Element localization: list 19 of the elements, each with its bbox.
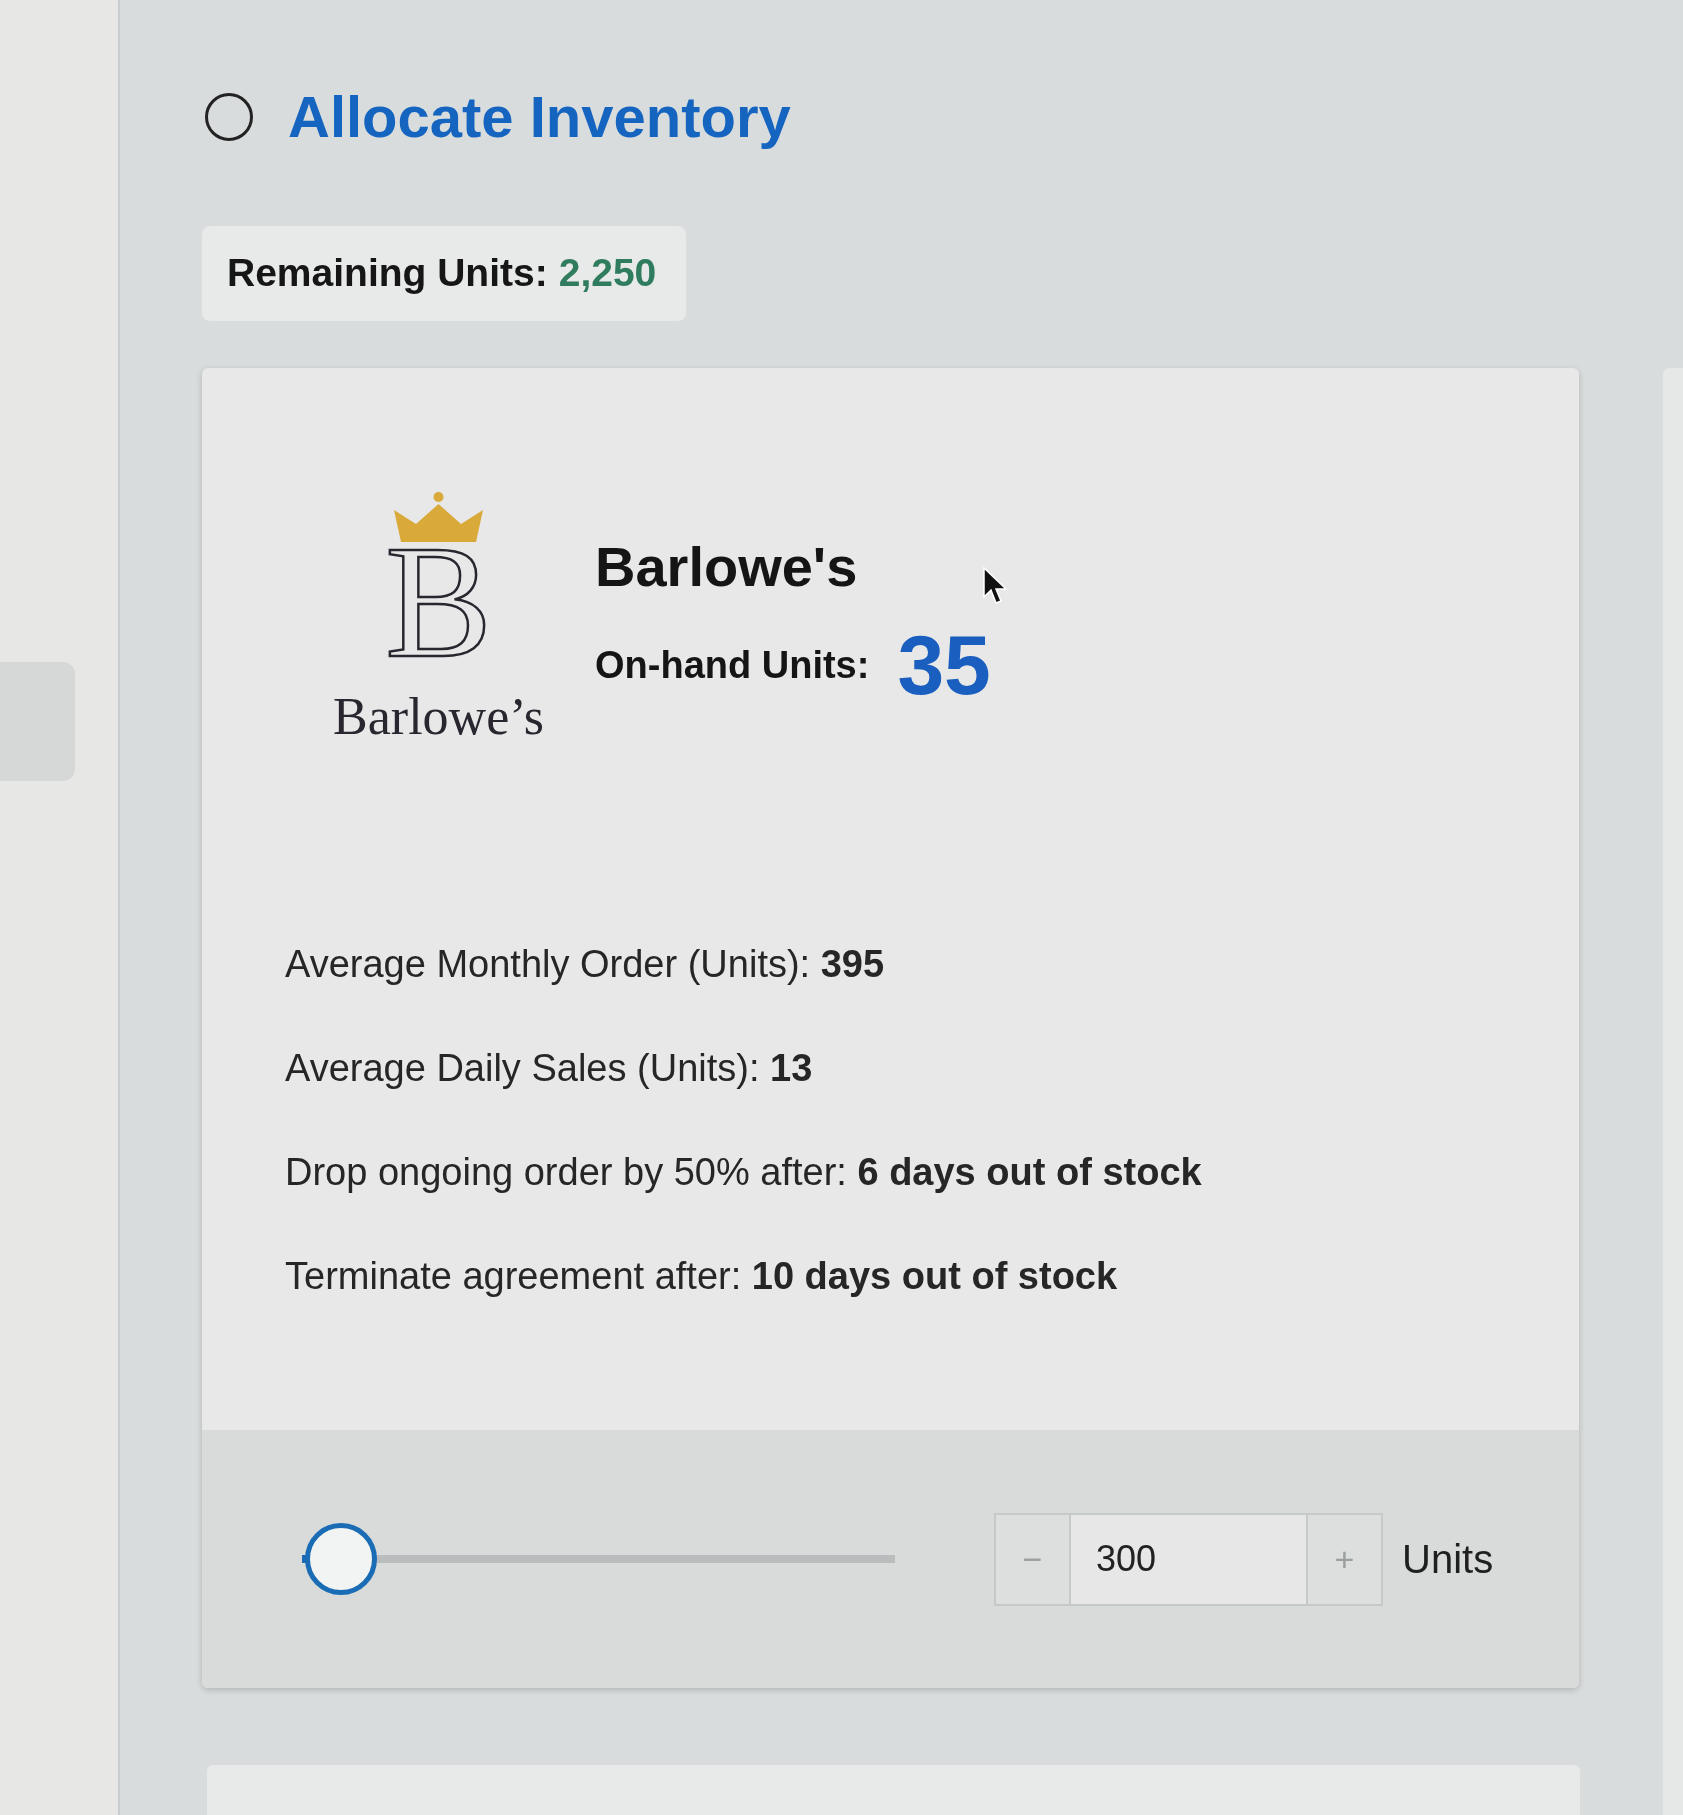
increment-button[interactable]: + xyxy=(1306,1512,1383,1606)
quantity-input[interactable]: 300 xyxy=(1071,1512,1306,1606)
crown-icon xyxy=(394,492,483,542)
radio-button[interactable] xyxy=(205,93,253,141)
section-title: Allocate Inventory xyxy=(288,83,791,151)
pointer-cursor-icon xyxy=(983,567,1007,605)
logo-wordmark: Barlowe’s xyxy=(333,691,544,743)
stat-text: Average Monthly Order (Units): 395 xyxy=(285,942,885,987)
remaining-units-value: 2,250 xyxy=(558,250,657,297)
stat-text: Average Daily Sales (Units): 13 xyxy=(285,1046,813,1091)
logo-monogram: B xyxy=(385,542,492,662)
decrement-button[interactable]: − xyxy=(994,1512,1071,1606)
stat-text: Terminate agreement after: 10 days out of stock xyxy=(285,1254,1118,1299)
store-name: Barlowe's xyxy=(595,534,859,600)
stat-text: Drop ongoing order by 50% after: 6 days out of stock xyxy=(285,1150,1202,1195)
remaining-units-label: Remaining Units: xyxy=(227,250,548,297)
unit-label: Units xyxy=(1402,1536,1494,1583)
on-hand-value: 35 xyxy=(897,623,991,708)
on-hand-label: On-hand Units: xyxy=(595,642,870,688)
